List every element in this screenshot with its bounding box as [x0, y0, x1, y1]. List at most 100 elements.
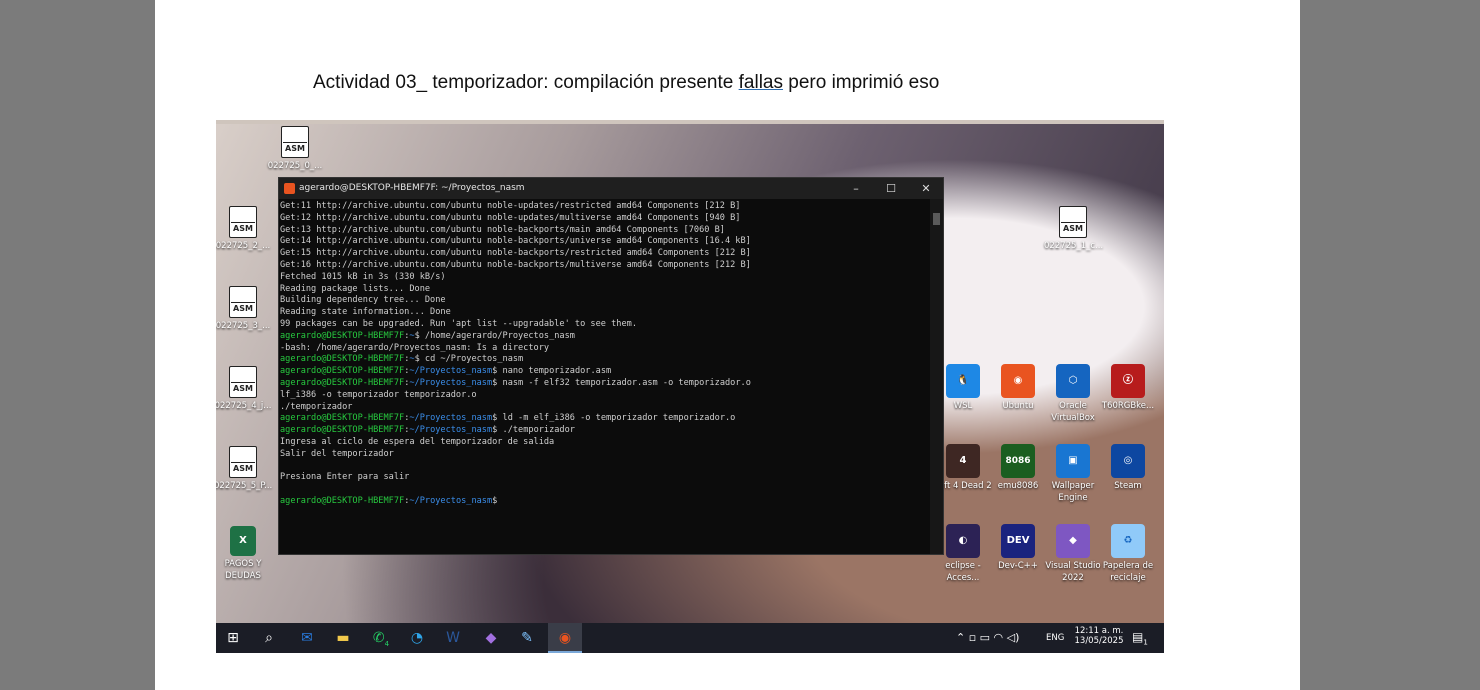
command-text: $ — [492, 495, 498, 506]
prompt-user: agerardo@DESKTOP-HBEMF7F — [280, 425, 405, 436]
terminal-line: Reading state information... Done — [280, 307, 451, 318]
desktop-icon-label: 022725_0_... — [267, 161, 323, 171]
whatsapp-icon[interactable]: ✆4 — [364, 623, 398, 653]
word-icon[interactable]: W — [436, 623, 470, 653]
terminal-titlebar[interactable]: agerardo@DESKTOP-HBEMF7F: ~/Proyectos_na… — [279, 178, 943, 199]
desktop-icon-asm-file-5[interactable]: ASM 022725_5_P... — [216, 446, 272, 492]
desktop-icon-asm-file-2[interactable]: ASM 022725_2_... — [216, 206, 272, 252]
prompt-path: ~/Proyectos_nasm — [409, 425, 493, 436]
terminal-line: agerardo@DESKTOP-HBEMF7F:~/Proyectos_nas… — [280, 378, 930, 390]
desktop-icon-visual-studio[interactable]: ◆ Visual Studio 2022 — [1044, 524, 1102, 584]
steam-icon: ◎ — [1111, 444, 1145, 478]
wsl-icon: 🐧 — [946, 364, 980, 398]
terminal-line: agerardo@DESKTOP-HBEMF7F:~/Proyectos_nas… — [280, 496, 930, 508]
command-text: $ cd ~/Proyectos_nasm — [414, 354, 524, 365]
scrollbar-thumb[interactable] — [933, 213, 940, 225]
search-icon[interactable]: ⌕ — [252, 623, 286, 653]
clock[interactable]: 12:11 a. m. 13/05/2025 — [1074, 626, 1124, 646]
desktop-icon-asm-file-3[interactable]: ASM 022725_3_... — [216, 286, 272, 332]
maximize-button[interactable]: ☐ — [874, 178, 908, 199]
desktop-icon-label: Steam — [1114, 481, 1142, 491]
desktop-icon-ubuntu[interactable]: ◉ Ubuntu — [989, 364, 1047, 412]
desktop-icon-label: Wallpaper Engine — [1051, 481, 1095, 503]
desktop-icon-virtualbox[interactable]: ⬡ Oracle VirtualBox — [1044, 364, 1102, 424]
desktop-icon-label: Papelera de reciclaje — [1102, 561, 1154, 583]
terminal-line: agerardo@DESKTOP-HBEMF7F:~/Proyectos_nas… — [280, 413, 930, 425]
desktop-icon-label: Dev-C++ — [998, 561, 1038, 571]
terminal-window[interactable]: agerardo@DESKTOP-HBEMF7F: ~/Proyectos_na… — [278, 177, 944, 555]
command-text: $ /home/agerardo/Proyectos_nasm — [414, 330, 575, 341]
prompt-path: ~/Proyectos_nasm — [409, 495, 493, 506]
terminal-line: Get:14 http://archive.ubuntu.com/ubuntu … — [280, 236, 751, 247]
edge-icon[interactable]: ◔ — [400, 623, 434, 653]
notification-center-icon[interactable]: ▤1 — [1132, 630, 1148, 646]
eclipse-icon: ◐ — [946, 524, 980, 558]
desktop-icon-devcpp[interactable]: DEV Dev-C++ — [989, 524, 1047, 572]
desktop-icon-label: Ubuntu — [1002, 401, 1034, 411]
language-indicator[interactable]: ENG — [1046, 633, 1064, 643]
desktop-icon-label: 022725_5_P... — [216, 481, 273, 491]
terminal-line: agerardo@DESKTOP-HBEMF7F:~$ /home/agerar… — [280, 331, 930, 343]
asm-file-icon: ASM — [229, 446, 257, 478]
terminal-line: ./temporizador — [280, 401, 353, 412]
excel-icon: X — [230, 526, 256, 556]
clock-time: 12:11 a. m. — [1074, 626, 1124, 636]
minimize-button[interactable]: – — [839, 178, 873, 199]
visual-studio-icon: ◆ — [1056, 524, 1090, 558]
terminal-line: Reading package lists... Done — [280, 283, 431, 294]
taskbar: ⊞ ⌕ ✉ ▬ ✆4 ◔ W ◆ ✎ ◉ ⌃ ▫ ▭ ◠ ◁) ENG 12:1… — [216, 623, 1164, 653]
terminal-title: agerardo@DESKTOP-HBEMF7F: ~/Proyectos_na… — [299, 183, 525, 193]
command-text: $ ./temporizador — [492, 425, 575, 436]
virtualbox-icon: ⬡ — [1056, 364, 1090, 398]
terminal-line: Ingresa al ciclo de espera del temporiza… — [280, 436, 555, 447]
whatsapp-badge: 4 — [384, 639, 390, 648]
ubuntu-taskbar-icon[interactable]: ◉ — [548, 623, 582, 653]
desktop-icon-label: Visual Studio 2022 — [1045, 561, 1101, 583]
recycle-bin-icon: ♻ — [1111, 524, 1145, 558]
ubuntu-icon: ◉ — [1001, 364, 1035, 398]
terminal-line: Get:11 http://archive.ubuntu.com/ubuntu … — [280, 201, 741, 211]
terminal-line: Get:12 http://archive.ubuntu.com/ubuntu … — [280, 212, 741, 223]
close-button[interactable]: ✕ — [909, 178, 943, 199]
command-text: $ nano temporizador.asm — [492, 366, 612, 377]
desktop-icon-t60rgb[interactable]: ⓩ T60RGBke... — [1099, 364, 1157, 412]
desktop-icon-asm-file-1[interactable]: ASM 022725_1_c... — [1044, 206, 1104, 252]
prompt-user: agerardo@DESKTOP-HBEMF7F — [280, 366, 405, 377]
file-explorer-icon[interactable]: ▬ — [326, 623, 360, 653]
asm-file-icon: ASM — [1059, 206, 1087, 238]
desktop-icon-label: 022725_2_... — [216, 241, 271, 251]
desktop-icon-label: emu8086 — [997, 481, 1039, 491]
caption-text-end: pero imprimió eso — [782, 72, 940, 93]
desktop-icon-label: 022725_1_c... — [1044, 241, 1104, 251]
terminal-line: Get:13 http://archive.ubuntu.com/ubuntu … — [280, 224, 725, 235]
wallpaper-engine-icon: ▣ — [1056, 444, 1090, 478]
terminal-line: agerardo@DESKTOP-HBEMF7F:~$ cd ~/Proyect… — [280, 354, 930, 366]
visual-studio-taskbar-icon[interactable]: ◆ — [474, 623, 508, 653]
terminal-line: 99 packages can be upgraded. Run 'apt li… — [280, 318, 637, 329]
asm-file-icon: ASM — [281, 126, 309, 158]
terminal-line: Building dependency tree... Done — [280, 295, 446, 306]
notepad-icon[interactable]: ✎ — [510, 623, 544, 653]
desktop-icon-excel-file[interactable]: X PAGOS Y DEUDAS — [216, 526, 272, 582]
desktop-icon-recycle-bin[interactable]: ♻ Papelera de reciclaje — [1099, 524, 1157, 584]
desktop-icon-wallpaper-engine[interactable]: ▣ Wallpaper Engine — [1044, 444, 1102, 504]
command-text: $ nasm -f elf32 temporizador.asm -o temp… — [492, 377, 751, 388]
prompt-user: agerardo@DESKTOP-HBEMF7F — [280, 330, 405, 341]
terminal-scrollbar[interactable] — [930, 199, 943, 554]
outlook-icon[interactable]: ✉ — [290, 623, 324, 653]
start-button[interactable]: ⊞ — [216, 623, 250, 653]
desktop-icon-asm-file-0[interactable]: ASM 022725_0_... — [266, 126, 324, 172]
terminal-line: agerardo@DESKTOP-HBEMF7F:~/Proyectos_nas… — [280, 366, 930, 378]
tray-icons[interactable]: ⌃ ▫ ▭ ◠ ◁) — [956, 631, 1019, 644]
document-caption: Actividad 03_ temporizador: compilación … — [313, 72, 939, 94]
desktop-icon-label: PAGOS Y DEUDAS — [224, 559, 262, 581]
desktop-icon-asm-file-4[interactable]: ASM 022725_4_j... — [216, 366, 272, 412]
desktop-icon-steam[interactable]: ◎ Steam — [1099, 444, 1157, 492]
terminal-output[interactable]: Get:11 http://archive.ubuntu.com/ubuntu … — [279, 199, 930, 554]
desktop-icon-label: Oracle VirtualBox — [1051, 401, 1095, 423]
desktop-icon-emu8086[interactable]: 8086 emu8086 — [989, 444, 1047, 492]
desktop-icon-label: 022725_3_... — [216, 321, 271, 331]
t60rgb-icon: ⓩ — [1111, 364, 1145, 398]
